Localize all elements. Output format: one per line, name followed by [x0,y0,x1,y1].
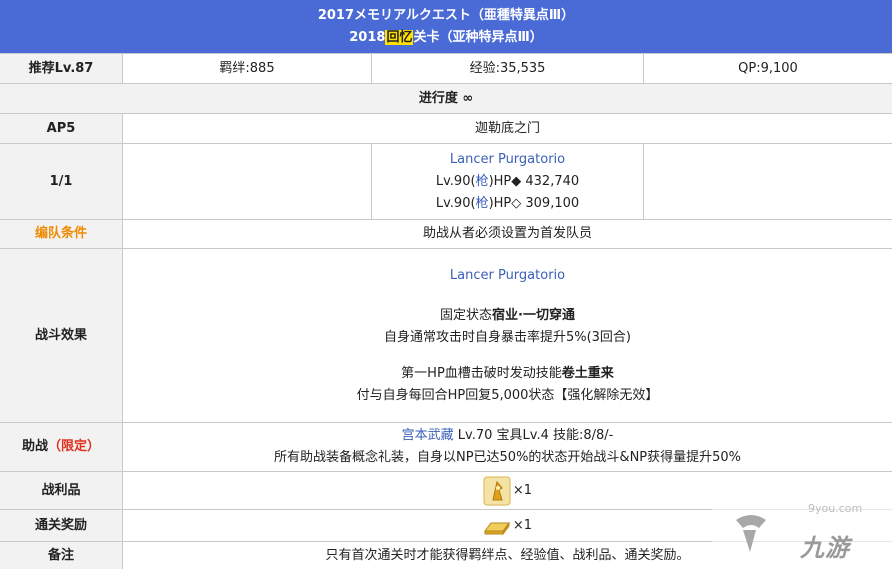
servant-link[interactable]: 宫本武藏 [402,428,454,443]
watermark-logo-icon [736,515,766,552]
enemy-hp-2: Lv.90(枪)HP◇ 309,100 [436,193,579,215]
title-cn-prefix: 2018 [349,29,386,45]
support-label-cell: 助战（限定） [0,423,122,471]
reward-item[interactable]: ×1 [483,515,532,537]
effect-1-bold: 宿业·一切穿通 [492,307,575,323]
formation-label: 编队条件 [0,220,122,248]
row-support: 助战（限定） 宫本武藏 Lv.70 宝具Lv.4 技能:8/8/- 所有助战装备… [0,422,892,471]
quest-title-cn: 2018回忆关卡（亚种特异点Ⅲ） [349,27,543,49]
drop-item[interactable]: ×1 [483,476,532,506]
gold-piece-icon [483,476,511,505]
drop-count: ×1 [512,482,533,498]
servant-info: Lv.70 宝具Lv.4 技能:8/8/- [453,428,614,443]
battle-effect-label: 战斗效果 [0,249,122,422]
reward-count: ×1 [512,517,533,533]
enemy-lv-2: Lv.90( [435,195,476,211]
quest-name: 迦勒底之门 [122,114,892,143]
quest-header: 2017メモリアルクエスト（亜種特異点Ⅲ） 2018回忆关卡（亚种特异点Ⅲ） [0,0,892,53]
recommend-label: 推荐Lv.87 [0,54,122,83]
support-servant-line: 宫本武藏 Lv.70 宝具Lv.4 技能:8/8/- [402,425,614,447]
enemy-lv-1: Lv.90( [435,173,476,189]
effect-line-4: 付与自身每回合HP回复5,000状态【强化解除无效】 [356,387,659,403]
class-link-2[interactable]: 枪 [476,196,489,211]
gold-bar-icon [483,521,510,535]
effect-1-prefix: 固定状态 [440,307,493,323]
row-ap: AP5 迦勒底之门 [0,113,892,143]
support-desc: 所有助战装备概念礼装，自身以NP已达50%的状态开始战斗&NP获得量提升50% [273,450,742,465]
support-label: 助战（限定） [22,436,100,458]
row-progress: 进行度 ∞ [0,83,892,113]
title-cn-highlight: 回忆 [385,29,414,45]
enemy-hp-value-1: )HP◆ 432,740 [488,173,580,189]
exp-value: 经验:35,535 [371,54,643,83]
enemy-hp-value-2: )HP◇ 309,100 [488,195,580,211]
progress-label: 进行度 ∞ [418,90,474,106]
wave-empty-left [122,144,371,219]
note-label: 备注 [0,542,122,569]
ap-label: AP5 [0,114,122,143]
quest-title-jp: 2017メモリアルクエスト（亜種特異点Ⅲ） [317,7,575,23]
effect-line-2: 自身通常攻击时自身暴击率提升5%(3回合) [383,329,632,345]
title-cn-suffix: 关卡（亚种特异点Ⅲ） [413,29,543,45]
support-limited-tag: （限定） [48,439,101,454]
support-label-text: 助战 [21,439,48,454]
bond-value: 羁绊:885 [122,54,371,83]
watermark-site: 9you.com [808,502,863,515]
effect-line-1: 固定状态宿业·一切穿通 [440,305,575,327]
class-link-1[interactable]: 枪 [476,174,489,189]
row-recommend: 推荐Lv.87 羁绊:885 经验:35,535 QP:9,100 [0,53,892,83]
effect-line-3: 第一HP血槽击破时发动技能卷土重来 [401,363,614,385]
support-info: 宫本武藏 Lv.70 宝具Lv.4 技能:8/8/- 所有助战装备概念礼装，自身… [122,423,892,471]
wave-label: 1/1 [0,144,122,219]
watermark-logo-text: 九游 [800,534,850,562]
row-formation: 编队条件 助战从者必须设置为首发队员 [0,219,892,248]
wave-enemy-cell: Lancer Purgatorio Lv.90(枪)HP◆ 432,740 Lv… [371,144,643,219]
formation-text: 助战从者必须设置为首发队员 [122,220,892,248]
qp-value: QP:9,100 [643,54,892,83]
drops-label: 战利品 [0,472,122,509]
enemy-hp-1: Lv.90(枪)HP◆ 432,740 [436,171,579,193]
enemy-name-link[interactable]: Lancer Purgatorio [450,149,565,171]
row-battle-effect: 战斗效果 Lancer Purgatorio 固定状态宿业·一切穿通 自身通常攻… [0,248,892,422]
reward-label: 通关奖励 [0,510,122,541]
wave-empty-right [643,144,892,219]
effect-3-bold: 卷土重来 [561,365,614,381]
battle-effect-text: Lancer Purgatorio 固定状态宿业·一切穿通 自身通常攻击时自身暴… [122,249,892,422]
effect-3-prefix: 第一HP血槽击破时发动技能 [401,365,562,381]
battle-enemy-link[interactable]: Lancer Purgatorio [450,265,565,287]
row-wave: 1/1 Lancer Purgatorio Lv.90(枪)HP◆ 432,74… [0,143,892,219]
